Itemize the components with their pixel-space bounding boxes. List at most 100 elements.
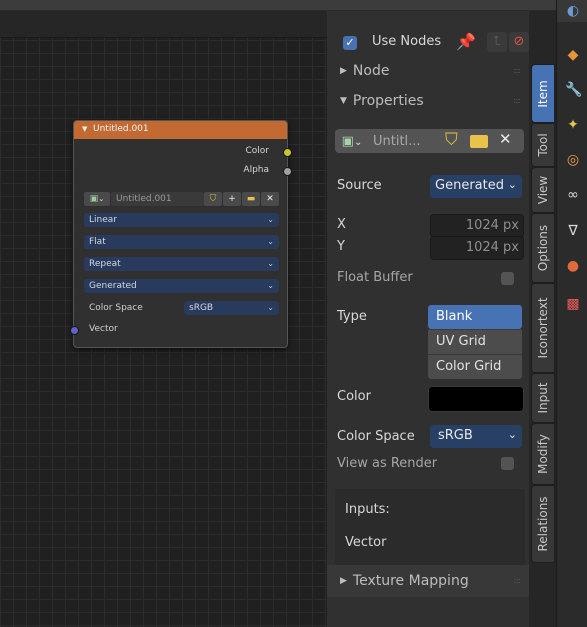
tab-relations-label: Relations — [536, 496, 550, 552]
chevron-down-icon: ⌄ — [507, 178, 517, 191]
color-space-dropdown[interactable]: sRGB ⌄ — [430, 425, 522, 448]
x-label: X — [337, 217, 346, 232]
alpha-output-socket[interactable] — [283, 167, 292, 176]
tool-icon[interactable]: ◆ — [565, 47, 581, 63]
tab-input[interactable]: Input — [531, 373, 555, 423]
pin-icon[interactable]: 📌 — [456, 32, 476, 51]
image-name-field[interactable]: Untitled.001 — [111, 192, 204, 206]
image-browse-button[interactable]: ▣⌄ — [84, 192, 110, 206]
node-header[interactable]: ▼ Untitled.001 — [74, 121, 287, 139]
drag-grip-icon[interactable]: :::: — [513, 66, 521, 75]
float-buffer-label: Float Buffer — [337, 270, 413, 285]
y-resolution-field[interactable]: 1024 px — [430, 236, 524, 260]
chevron-down-icon: ⌄ — [267, 303, 274, 312]
type-option-color-grid[interactable]: Color Grid — [428, 354, 522, 379]
texture-mapping-title: Texture Mapping — [352, 573, 469, 589]
vector-input-label: Vector — [89, 324, 118, 334]
slash-icon: ⊘ — [513, 34, 525, 49]
source-value: Generated — [435, 178, 504, 193]
use-nodes-checkbox[interactable]: ✓ — [343, 36, 357, 50]
interpolation-dropdown[interactable]: Linear ⌄ — [84, 213, 279, 227]
tab-relations[interactable]: Relations — [531, 485, 555, 563]
tab-options[interactable]: Options — [531, 213, 555, 283]
new-image-button[interactable]: + — [223, 192, 241, 206]
source-dropdown[interactable]: Generated ⌄ — [430, 175, 522, 198]
y-label: Y — [337, 239, 345, 254]
extension-dropdown[interactable]: Repeat ⌄ — [84, 257, 279, 271]
float-buffer-checkbox[interactable] — [501, 272, 514, 285]
source-dropdown[interactable]: Generated ⌄ — [84, 279, 279, 293]
drag-grip-icon[interactable]: :::: — [513, 576, 521, 585]
close-icon[interactable]: ✕ — [499, 130, 512, 148]
texture-mapping-header[interactable]: ▶ Texture Mapping :::: — [340, 573, 521, 589]
material-icon[interactable]: ● — [565, 258, 581, 274]
inputs-box — [335, 489, 525, 569]
particles-icon[interactable]: ✦ — [565, 117, 581, 133]
texture-icon[interactable]: ▩ — [565, 296, 581, 312]
data-icon[interactable]: ∇ — [565, 223, 581, 239]
tab-modify[interactable]: Modify — [531, 423, 555, 485]
node-panel-header[interactable]: ▶ Node :::: — [340, 63, 521, 79]
vector-input-socket[interactable] — [70, 326, 79, 335]
type-option-uv-grid[interactable]: UV Grid — [428, 329, 522, 354]
fake-user-shield-button[interactable]: ⛉ — [204, 192, 222, 206]
projection-value: Flat — [89, 237, 106, 247]
unlink-image-button[interactable]: ✕ — [261, 192, 279, 206]
tab-iconortext-label: Iconortext — [536, 297, 550, 359]
wrench-icon[interactable]: 🔧 — [565, 82, 582, 98]
editor-type-icon[interactable]: ◐ — [565, 3, 581, 19]
output-color-label: Color — [245, 146, 270, 156]
source-value: Generated — [89, 281, 137, 291]
constraints-icon[interactable]: ∞ — [565, 187, 581, 203]
view-as-render-label: View as Render — [337, 456, 438, 471]
node-panel-title: Node — [352, 63, 390, 79]
node-sidebar: ✓ Use Nodes 📌 ⮤ ⊘ ▶ Node :::: ▼ Properties… — [327, 11, 529, 627]
type-label: Type — [337, 309, 367, 324]
node-editor-header — [0, 11, 327, 38]
tab-options-label: Options — [536, 224, 550, 272]
properties-panel-header[interactable]: ▼ Properties :::: — [340, 93, 521, 109]
sidebar-tabs: Item Tool View Options Iconortext Input … — [529, 11, 556, 627]
physics-icon[interactable]: ◎ — [565, 152, 581, 168]
shield-icon[interactable]: ⛉ — [445, 130, 458, 150]
color-space-label: Color Space — [337, 429, 415, 444]
node-title: Untitled.001 — [93, 124, 149, 134]
top-header-strip — [0, 0, 556, 11]
open-image-button[interactable]: ▬ — [242, 192, 260, 206]
color-label: Color — [337, 389, 371, 404]
projection-dropdown[interactable]: Flat ⌄ — [84, 235, 279, 249]
tab-view[interactable]: View — [531, 167, 555, 213]
color-space-label: Color Space — [89, 303, 143, 313]
tab-tool-label: Tool — [536, 133, 550, 157]
drag-grip-icon[interactable]: :::: — [513, 96, 521, 105]
color-output-socket[interactable] — [283, 148, 292, 157]
arrow-up-icon: ⮤ — [493, 34, 501, 49]
folder-icon[interactable] — [470, 135, 488, 148]
close-icon: ✕ — [266, 194, 274, 204]
tab-item[interactable]: Item — [531, 64, 555, 123]
image-browse-button[interactable]: ▣⌄ — [337, 131, 367, 153]
tab-item-label: Item — [536, 79, 550, 108]
image-texture-node[interactable]: ▼ Untitled.001 Color Alpha ▣⌄ Untitled.0… — [70, 120, 292, 348]
tab-iconortext[interactable]: Iconortext — [531, 283, 555, 373]
tab-modify-label: Modify — [536, 434, 550, 474]
image-icon: ▣ — [341, 134, 354, 149]
chevron-down-icon: ⌄ — [267, 259, 274, 268]
chevron-down-icon: ⌄ — [267, 215, 274, 224]
expand-triangle-icon: ▶ — [340, 66, 347, 76]
color-space-value: sRGB — [189, 303, 214, 313]
tab-tool[interactable]: Tool — [531, 123, 555, 167]
image-name-field[interactable]: Untitl... — [373, 131, 421, 153]
color-swatch[interactable] — [428, 386, 524, 412]
color-space-dropdown[interactable]: sRGB ⌄ — [184, 301, 279, 315]
collapse-triangle-icon[interactable]: ▼ — [82, 125, 87, 133]
parent-node-tree-button[interactable]: ⮤ — [487, 32, 507, 52]
source-label: Source — [337, 178, 382, 193]
x-resolution-field[interactable]: 1024 px — [430, 214, 524, 238]
node-tree-slot-button[interactable]: ⊘ — [509, 32, 529, 52]
view-as-render-checkbox[interactable] — [501, 457, 514, 470]
type-option-blank[interactable]: Blank — [428, 305, 522, 329]
color-space-value: sRGB — [438, 428, 473, 443]
vector-label: Vector — [345, 535, 387, 550]
properties-panel-title: Properties — [352, 93, 424, 109]
